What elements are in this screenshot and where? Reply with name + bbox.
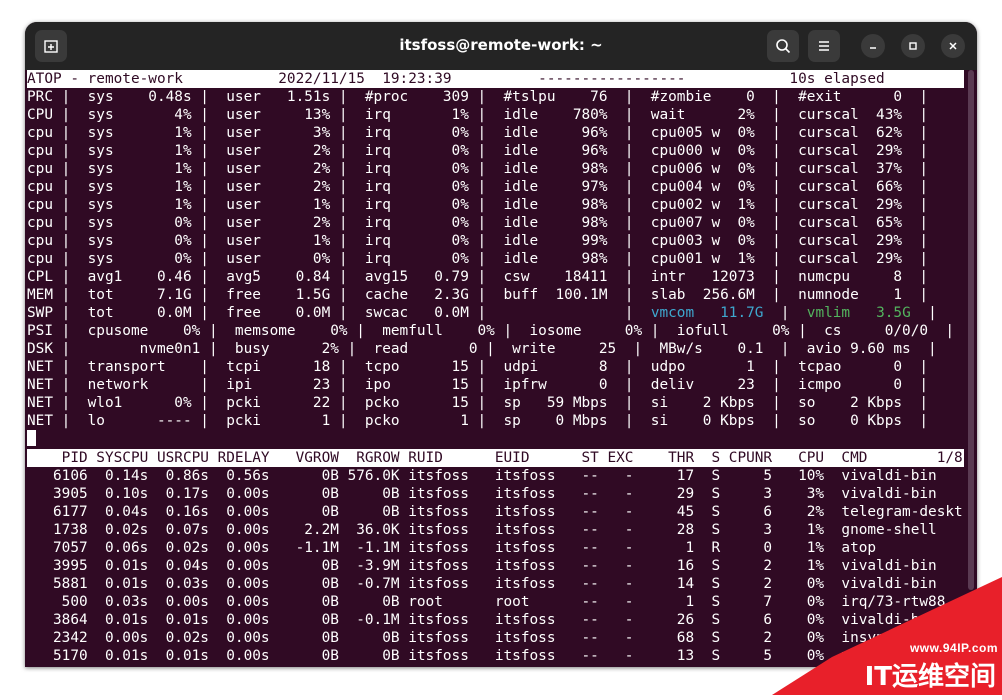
- vmcom-value: vmcom 11.7G: [650, 305, 764, 321]
- system-line: NET | transport | tcpi 18 | tcpo 15 | ud…: [27, 359, 929, 375]
- hamburger-menu-icon: [819, 41, 829, 51]
- process-row: 7057 0.06s 0.02s 0.00s -1.1M -1.1M itsfo…: [27, 540, 877, 556]
- system-line: cpu | sys 0% | user 2% | irq 0% | idle 9…: [27, 215, 929, 231]
- process-row: 5170 0.01s 0.01s 0.00s 0B 0B itsfoss its…: [27, 648, 859, 664]
- titlebar: itsfoss@remote-work: ~: [25, 22, 977, 70]
- system-line: DSK | nvme0n1 | busy 2% | read 0 | write…: [27, 341, 937, 357]
- process-row: 5881 0.01s 0.03s 0.00s 0B -0.7M itsfoss …: [27, 576, 937, 592]
- close-icon: [949, 42, 957, 50]
- process-row: 500 0.03s 0.00s 0.00s 0B 0B root root --…: [27, 594, 946, 610]
- process-row: 3864 0.01s 0.01s 0.00s 0B -0.1M itsfoss …: [27, 612, 920, 628]
- process-header-bar: PID SYSCPU USRCPU RDELAY VGROW RGROW RUI…: [27, 449, 964, 467]
- system-line: MEM | tot 7.1G | free 1.5G | cache 2.3G …: [27, 287, 929, 303]
- vmlim-value: vmlim 3.5G: [806, 305, 911, 321]
- maximize-button[interactable]: [901, 34, 925, 58]
- swap-line-start: SWP | tot 0.0M | free 0.0M | swcac 0.0M …: [27, 305, 651, 321]
- system-line: NET | network | ipi 23 | ipo 15 | ipfrw …: [27, 377, 929, 393]
- terminal-window: itsfoss@remote-work: ~ ATOP - remote-wor…: [25, 22, 977, 667]
- system-line: cpu | sys 1% | user 2% | irq 0% | idle 9…: [27, 161, 929, 177]
- minimize-icon: [870, 47, 876, 49]
- system-line: CPL | avg1 0.46 | avg5 0.84 | avg15 0.79…: [27, 269, 929, 285]
- process-row: 1738 0.02s 0.07s 0.00s 2.2M 36.0K itsfos…: [27, 522, 937, 538]
- swap-line-end: |: [910, 305, 937, 321]
- process-row: 3995 0.01s 0.04s 0.00s 0B -3.9M itsfoss …: [27, 558, 937, 574]
- swap-line: SWP | tot 0.0M | free 0.0M | swcac 0.0M …: [27, 304, 937, 322]
- system-line: PSI | cpusome 0% | memsome 0% | memfull …: [27, 323, 955, 339]
- terminal-content[interactable]: ATOP - remote-work 2022/11/15 19:23:39 -…: [25, 70, 977, 667]
- system-line: CPU | sys 4% | user 13% | irq 1% | idle …: [27, 107, 929, 123]
- swap-line-mid: |: [763, 305, 807, 321]
- atop-header-bar: ATOP - remote-work 2022/11/15 19:23:39 -…: [27, 70, 964, 88]
- close-button[interactable]: [941, 34, 965, 58]
- system-line: cpu | sys 1% | user 1% | irq 0% | idle 9…: [27, 197, 929, 213]
- system-line: cpu | sys 1% | user 2% | irq 0% | idle 9…: [27, 143, 929, 159]
- system-line: cpu | sys 0% | user 1% | irq 0% | idle 9…: [27, 233, 929, 249]
- system-line: PRC | sys 0.48s | user 1.51s | #proc 309…: [27, 89, 929, 105]
- process-row: 3905 0.10s 0.17s 0.00s 0B 0B itsfoss its…: [27, 486, 937, 502]
- terminal-scrollbar[interactable]: [968, 70, 974, 590]
- maximize-icon: [909, 42, 917, 50]
- system-line: cpu | sys 0% | user 0% | irq 0% | idle 9…: [27, 251, 929, 267]
- system-line: cpu | sys 1% | user 2% | irq 0% | idle 9…: [27, 179, 929, 195]
- process-row: 6106 0.14s 0.86s 0.56s 0B 576.0K itsfoss…: [27, 468, 937, 484]
- system-line: NET | lo ---- | pcki 1 | pcko 1 | sp 0 M…: [27, 413, 929, 429]
- system-line: NET | wlo1 0% | pcki 22 | pcko 15 | sp 5…: [27, 395, 929, 411]
- system-line: cpu | sys 1% | user 3% | irq 0% | idle 9…: [27, 125, 929, 141]
- terminal-cursor: [27, 430, 36, 446]
- menu-button[interactable]: [808, 30, 840, 62]
- search-icon: [776, 39, 791, 54]
- process-row: 6177 0.04s 0.16s 0.00s 0B 0B itsfoss its…: [27, 504, 963, 520]
- search-button[interactable]: [767, 30, 799, 62]
- minimize-button[interactable]: [861, 34, 885, 58]
- process-row: 2342 0.00s 0.02s 0.00s 0B 0B itsfoss its…: [27, 630, 885, 646]
